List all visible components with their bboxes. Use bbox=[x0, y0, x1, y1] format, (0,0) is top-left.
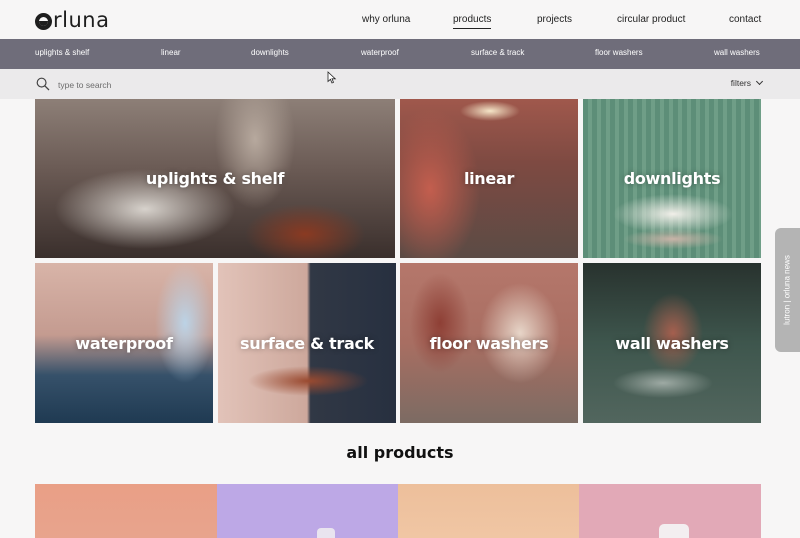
product-card[interactable] bbox=[35, 484, 217, 538]
filters-dropdown[interactable]: filters bbox=[730, 77, 764, 88]
nav-circular-product[interactable]: circular product bbox=[617, 13, 685, 27]
tile-label: surface & track bbox=[240, 333, 374, 353]
tile-surface-track[interactable]: surface & track bbox=[218, 263, 396, 423]
tile-label: linear bbox=[463, 169, 515, 188]
category-bar: uplights & shelf linear downlights water… bbox=[0, 39, 800, 69]
tile-label: floor washers bbox=[429, 333, 549, 353]
tile-waterproof[interactable]: waterproof bbox=[35, 263, 213, 423]
main-nav: why orluna products projects circular pr… bbox=[0, 13, 800, 29]
category-wall-washers[interactable]: wall washers bbox=[714, 48, 760, 57]
tile-label: waterproof bbox=[75, 333, 173, 353]
chevron-down-icon bbox=[755, 77, 764, 86]
nav-products[interactable]: products bbox=[453, 13, 492, 29]
top-header: rluna why orluna products projects circu… bbox=[0, 0, 800, 39]
tile-downlights[interactable]: downlights bbox=[583, 99, 761, 258]
tile-floor-washers[interactable]: floor washers bbox=[400, 263, 578, 423]
nav-contact[interactable]: contact bbox=[729, 13, 761, 27]
tile-label: uplights & shelf bbox=[145, 169, 285, 188]
search-icon[interactable] bbox=[36, 77, 50, 91]
category-uplights-shelf[interactable]: uplights & shelf bbox=[35, 48, 89, 57]
product-card[interactable] bbox=[217, 484, 398, 538]
nav-projects[interactable]: projects bbox=[537, 13, 572, 27]
tile-label: wall washers bbox=[615, 333, 729, 353]
search-input[interactable] bbox=[58, 77, 358, 92]
news-side-tab[interactable]: lutron | orluna news bbox=[775, 228, 800, 352]
tile-label: downlights bbox=[623, 169, 721, 188]
tile-uplights-shelf[interactable]: uplights & shelf bbox=[35, 99, 395, 258]
category-surface-track[interactable]: surface & track bbox=[471, 48, 524, 57]
category-linear[interactable]: linear bbox=[161, 48, 181, 57]
nav-why-orluna[interactable]: why orluna bbox=[362, 13, 410, 27]
filters-label: filters bbox=[730, 78, 751, 88]
mouse-pointer-icon bbox=[327, 71, 337, 84]
tile-wall-washers[interactable]: wall washers bbox=[583, 263, 761, 423]
side-tab-label: lutron | orluna news bbox=[782, 255, 792, 325]
category-downlights[interactable]: downlights bbox=[251, 48, 289, 57]
category-floor-washers[interactable]: floor washers bbox=[595, 48, 643, 57]
tile-linear[interactable]: linear bbox=[400, 99, 578, 258]
all-products-heading: all products bbox=[346, 443, 454, 462]
category-waterproof[interactable]: waterproof bbox=[361, 48, 399, 57]
search-bar: filters bbox=[0, 69, 800, 99]
product-card[interactable] bbox=[398, 484, 579, 538]
product-card[interactable] bbox=[579, 484, 761, 538]
